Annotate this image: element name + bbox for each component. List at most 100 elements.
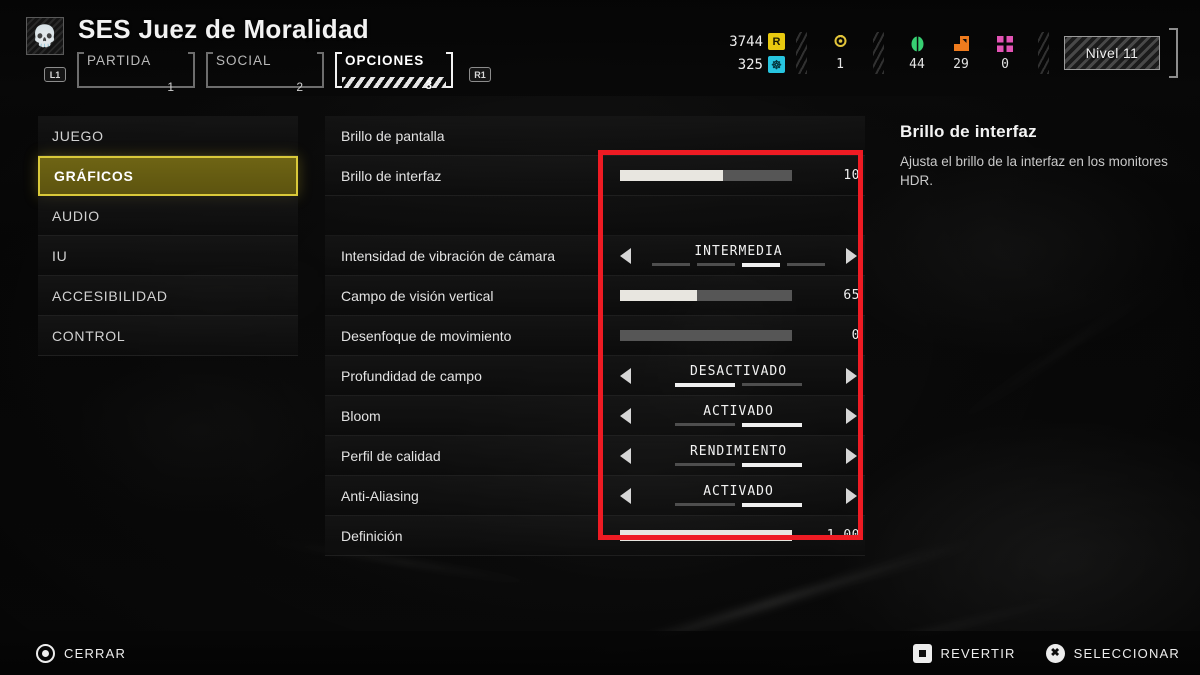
- option-center: DESACTIVADO: [631, 364, 846, 387]
- slider-track[interactable]: [620, 330, 792, 341]
- hint-label: SELECCIONAR: [1073, 645, 1180, 661]
- setting-row-campo-de-vision-vertical[interactable]: Campo de visión vertical 65: [325, 276, 865, 316]
- sidebar-item-audio[interactable]: AUDIO: [38, 196, 298, 236]
- slider-track[interactable]: [620, 290, 792, 301]
- setting-control[interactable]: INTERMEDIA: [610, 236, 865, 276]
- option-center: RENDIMIENTO: [631, 444, 846, 467]
- r1-bumper-icon[interactable]: R1: [469, 67, 491, 82]
- sidebar-item-graficos[interactable]: GRÁFICOS: [38, 156, 298, 196]
- setting-control: [610, 196, 865, 236]
- slider-fill: [620, 170, 724, 181]
- divider-hatch: [1038, 32, 1049, 74]
- setting-info-panel: Brillo de interfaz Ajusta el brillo de l…: [900, 122, 1170, 190]
- setting-row-anti-aliasing[interactable]: Anti-Aliasing ACTIVADO: [325, 476, 865, 516]
- bottom-left-hints: CERRAR: [36, 643, 127, 663]
- chevron-right-icon[interactable]: [846, 247, 857, 264]
- info-title: Brillo de interfaz: [900, 122, 1037, 141]
- setting-label: Brillo de pantalla: [341, 127, 445, 144]
- slider-control[interactable]: 10: [610, 168, 865, 183]
- divider-hatch: [796, 32, 807, 74]
- sidebar-item-control[interactable]: CONTROL: [38, 316, 298, 356]
- hint-label: CERRAR: [64, 645, 127, 661]
- setting-control[interactable]: 1.00: [610, 516, 865, 556]
- chevron-left-icon[interactable]: [620, 247, 631, 264]
- option-segment: [742, 503, 802, 507]
- hint-revertir[interactable]: REVERTIR: [912, 643, 1016, 663]
- super-credit-icon: ☸: [768, 56, 785, 73]
- hint-label: REVERTIR: [940, 645, 1016, 661]
- tab-number: 3: [425, 78, 432, 92]
- option-stepper[interactable]: INTERMEDIA: [610, 236, 865, 276]
- sidebar-item-accesibilidad[interactable]: ACCESIBILIDAD: [38, 276, 298, 316]
- slider-control[interactable]: 0: [610, 328, 865, 343]
- setting-row-brillo-de-pantalla[interactable]: Brillo de pantalla: [325, 116, 865, 156]
- chevron-right-icon[interactable]: [846, 487, 857, 504]
- chevron-left-icon[interactable]: [620, 367, 631, 384]
- chevron-right-icon[interactable]: [846, 447, 857, 464]
- tab-bracket-left: [77, 52, 84, 88]
- setting-control[interactable]: ACTIVADO: [610, 476, 865, 516]
- tab-opciones[interactable]: OPCIONES 3: [335, 52, 453, 92]
- chevron-right-icon[interactable]: [846, 367, 857, 384]
- l1-bumper-icon[interactable]: L1: [44, 67, 66, 82]
- stat-super-rare-samples: 0: [983, 34, 1027, 72]
- option-segment: [652, 263, 690, 266]
- setting-row-desenfoque-de-movimiento[interactable]: Desenfoque de movimiento 0: [325, 316, 865, 356]
- hint-cerrar[interactable]: CERRAR: [36, 643, 127, 663]
- settings-category-sidebar: JUEGO GRÁFICOS AUDIO IU ACCESIBILIDAD CO…: [38, 116, 298, 356]
- setting-row-profundidad-de-campo[interactable]: Profundidad de campo DESACTIVADO: [325, 356, 865, 396]
- option-stepper[interactable]: DESACTIVADO: [610, 356, 865, 396]
- stat-value: 0: [1001, 57, 1009, 72]
- tab-label: OPCIONES: [345, 53, 425, 68]
- setting-control[interactable]: 0: [610, 316, 865, 356]
- option-center: ACTIVADO: [631, 404, 846, 427]
- option-segment: [742, 463, 802, 467]
- option-segment-indicator: [675, 383, 802, 387]
- option-segment: [787, 263, 825, 266]
- option-segment: [742, 383, 802, 386]
- slider-control[interactable]: 65: [610, 288, 865, 303]
- sample-super-rare-icon: [997, 34, 1013, 53]
- option-value: DESACTIVADO: [689, 364, 788, 379]
- option-stepper[interactable]: ACTIVADO: [610, 396, 865, 436]
- sidebar-item-label: CONTROL: [52, 327, 126, 344]
- slider-fill: [620, 530, 792, 541]
- slider-track[interactable]: [620, 170, 792, 181]
- setting-row-blank: [325, 196, 865, 236]
- setting-row-brillo-de-interfaz[interactable]: Brillo de interfaz 10: [325, 156, 865, 196]
- setting-row-intensidad-de-vibracion-de-camara[interactable]: Intensidad de vibración de cámara INTERME…: [325, 236, 865, 276]
- stat-value: 44: [909, 57, 925, 72]
- hint-seleccionar[interactable]: ✖ SELECCIONAR: [1045, 643, 1180, 663]
- chevron-right-icon[interactable]: [846, 407, 857, 424]
- stat-value: 29: [953, 57, 969, 72]
- setting-row-bloom[interactable]: Bloom ACTIVADO: [325, 396, 865, 436]
- stat-medals: 1: [818, 34, 862, 72]
- setting-label: Intensidad de vibración de cámara: [341, 247, 556, 264]
- cross-button-icon: ✖: [1045, 643, 1065, 663]
- bottom-hint-bar: CERRAR REVERTIR ✖ SELECCIONAR: [0, 631, 1200, 675]
- sidebar-item-label: IU: [52, 247, 68, 264]
- setting-row-definicion[interactable]: Definición 1.00: [325, 516, 865, 556]
- setting-control[interactable]: ACTIVADO: [610, 396, 865, 436]
- chevron-left-icon[interactable]: [620, 447, 631, 464]
- setting-control[interactable]: DESACTIVADO: [610, 356, 865, 396]
- sidebar-item-label: ACCESIBILIDAD: [52, 287, 168, 304]
- chevron-left-icon[interactable]: [620, 407, 631, 424]
- setting-control: [610, 116, 865, 156]
- sidebar-item-juego[interactable]: JUEGO: [38, 116, 298, 156]
- setting-control[interactable]: 10: [610, 156, 865, 196]
- chevron-left-icon[interactable]: [620, 487, 631, 504]
- setting-control[interactable]: 65: [610, 276, 865, 316]
- setting-control[interactable]: RENDIMIENTO: [610, 436, 865, 476]
- tab-partida[interactable]: PARTIDA 1: [77, 52, 195, 94]
- currency-requisition: 3744 R: [729, 32, 785, 52]
- slider-control[interactable]: 1.00: [610, 528, 865, 543]
- setting-label: Perfil de calidad: [341, 447, 441, 464]
- tab-bracket-left: [206, 52, 213, 88]
- option-stepper[interactable]: RENDIMIENTO: [610, 436, 865, 476]
- option-stepper[interactable]: ACTIVADO: [610, 476, 865, 516]
- setting-row-perfil-de-calidad[interactable]: Perfil de calidad RENDIMIENTO: [325, 436, 865, 476]
- slider-track[interactable]: [620, 530, 792, 541]
- tab-social[interactable]: SOCIAL 2: [206, 52, 324, 94]
- sidebar-item-iu[interactable]: IU: [38, 236, 298, 276]
